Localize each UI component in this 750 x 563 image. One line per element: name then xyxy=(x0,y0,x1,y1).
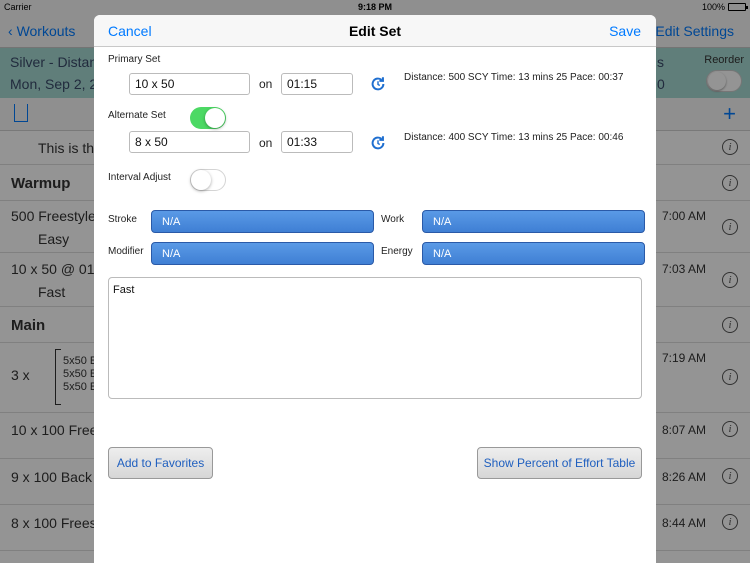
stroke-selector[interactable]: N/A xyxy=(151,210,374,233)
alternate-set-field[interactable]: 8 x 50 xyxy=(129,131,250,153)
interval-adjust-label: Interval Adjust xyxy=(108,172,171,183)
alternate-on-label: on xyxy=(259,136,273,150)
primary-set-field[interactable]: 10 x 50 xyxy=(129,73,250,95)
work-label: Work xyxy=(381,214,405,225)
modifier-label: Modifier xyxy=(108,246,144,257)
work-selector[interactable]: N/A xyxy=(422,210,645,233)
save-button[interactable]: Save xyxy=(609,23,641,39)
primary-summary: Distance: 500 SCY Time: 13 mins 25 Pace:… xyxy=(404,72,624,83)
modifier-selector[interactable]: N/A xyxy=(151,242,374,265)
alternate-summary: Distance: 400 SCY Time: 13 mins 25 Pace:… xyxy=(404,132,624,143)
alternate-interval-field[interactable]: 01:33 xyxy=(281,131,353,153)
primary-interval-field[interactable]: 01:15 xyxy=(281,73,353,95)
notes-textarea[interactable]: Fast xyxy=(108,277,642,399)
primary-on-label: on xyxy=(259,77,273,91)
stroke-label: Stroke xyxy=(108,214,137,225)
refresh-icon[interactable] xyxy=(369,134,387,152)
edit-set-modal: Cancel Edit Set Save Primary Set 10 x 50… xyxy=(94,15,656,563)
show-effort-table-button[interactable]: Show Percent of Effort Table xyxy=(477,447,642,479)
alternate-set-toggle[interactable] xyxy=(190,107,226,129)
primary-set-label: Primary Set xyxy=(108,54,161,65)
energy-selector[interactable]: N/A xyxy=(422,242,645,265)
energy-label: Energy xyxy=(381,246,413,257)
modal-title: Edit Set xyxy=(348,23,402,39)
alternate-set-label: Alternate Set xyxy=(108,110,166,121)
interval-adjust-toggle[interactable] xyxy=(190,169,226,191)
refresh-icon[interactable] xyxy=(369,75,387,93)
add-to-favorites-button[interactable]: Add to Favorites xyxy=(108,447,213,479)
modal-nav-bar: Cancel Edit Set Save xyxy=(94,15,656,47)
